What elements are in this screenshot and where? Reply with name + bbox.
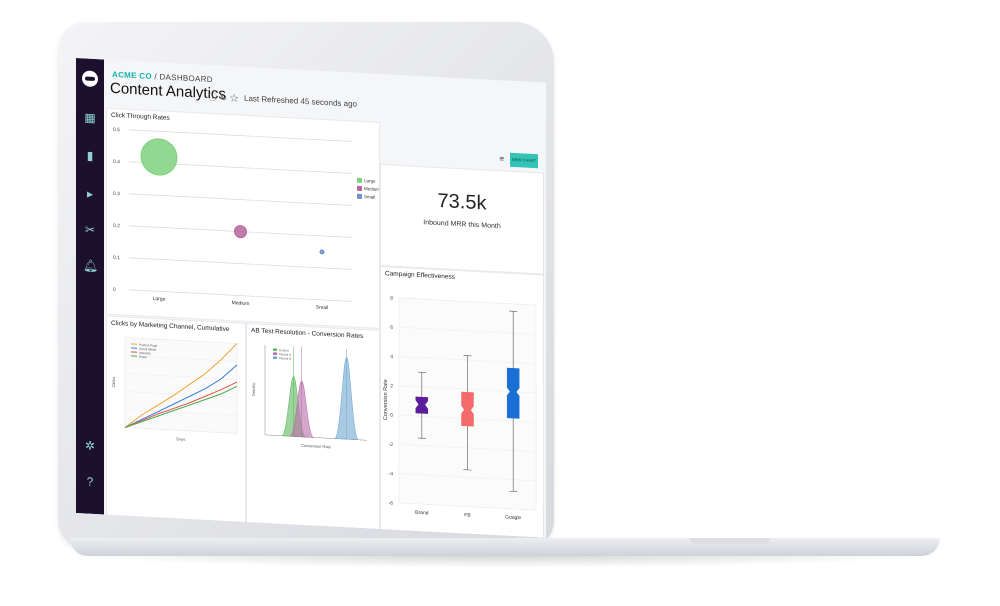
legend-swatch (357, 193, 362, 199)
menu-icon[interactable]: ≡ (499, 154, 504, 163)
y-tick-label: 2 (390, 383, 393, 389)
legend-label: Variant B (279, 356, 291, 361)
clicks-panel: Clicks by Marketing Channel, Cumulative … (106, 315, 246, 525)
x-tick-label: Brand (415, 510, 429, 517)
new-chart-button[interactable]: NEW CHART (510, 152, 538, 169)
y-tick-label: 0.2 (113, 223, 120, 229)
grid-line (129, 257, 352, 270)
legend-label: Large (364, 178, 376, 184)
y-axis-label: Conversion Rate (383, 379, 389, 420)
y-axis-label: Clicks (111, 377, 116, 388)
y-tick-label: 6 (390, 325, 393, 331)
last-refreshed: Last Refreshed 45 seconds ago (244, 93, 357, 109)
star-icon[interactable]: ☆ (230, 93, 239, 103)
bubble-point (234, 225, 247, 239)
kpi-label: Inbound MRR this Month (423, 219, 501, 231)
y-tick-label: 0.5 (113, 127, 120, 133)
y-axis-label: Density (251, 383, 256, 397)
ctr-panel: Click Through Rates 0.5 0.4 0.3 0.2 0.1 0 Larg… (106, 107, 380, 329)
legend-swatch (273, 348, 277, 352)
laptop-base (70, 538, 940, 556)
box (506, 367, 520, 419)
y-tick-label: -4 (389, 471, 394, 477)
y-tick-label: 0 (390, 413, 393, 419)
refresh-icon[interactable]: ↻ (220, 93, 228, 103)
y-tick-label: 0 (113, 287, 116, 293)
y-tick-label: -6 (389, 500, 394, 506)
x-tick-label: Small (316, 305, 329, 312)
laptop-screen: ▦ ▮ ▸ ✂ 🔔︎ ✲ ? ACME CO / DASHBOARD Conte… (0, 0, 1000, 606)
legend-swatch (357, 185, 362, 191)
bubble-point (319, 249, 325, 255)
legend-label: Medium (364, 186, 379, 192)
x-axis-label: Conversion Rate (301, 443, 332, 450)
ctr-chart: 0.5 0.4 0.3 0.2 0.1 0 Large Medium Small Large Med… (113, 127, 380, 312)
laptop-base-notch (690, 538, 770, 544)
sidebar: ▦ ▮ ▸ ✂ 🔔︎ ✲ ? (76, 58, 104, 515)
dashboard-screen: ▦ ▮ ▸ ✂ 🔔︎ ✲ ? ACME CO / DASHBOARD Conte… (76, 58, 546, 538)
y-tick-label: 4 (390, 354, 393, 360)
x-tick-label: Google (505, 514, 521, 521)
bell-icon[interactable]: 🔔︎ (83, 258, 98, 273)
abtest-chart: ControlVariant AVariant BConversion Rate… (251, 344, 367, 450)
x-tick-label: FB (464, 512, 471, 518)
abtest-panel: AB Test Resolution - Conversion Rates Co… (246, 322, 380, 532)
legend-swatch (357, 177, 362, 183)
y-tick-label: 8 (390, 295, 393, 301)
x-tick-label: Medium (232, 300, 250, 307)
legend-label: Email (139, 355, 147, 359)
grid-line (129, 193, 352, 206)
title-actions: ⓘ ↻ ☆ (208, 90, 239, 105)
y-tick-label: -2 (389, 442, 394, 448)
legend-label: Small (364, 194, 375, 200)
play-icon[interactable]: ▸ (83, 186, 97, 201)
campaign-chart: 8 6 4 2 0 -2 -4 -6 Conversion Rate Brand FB Google (383, 295, 537, 521)
scissors-icon[interactable]: ✂ (83, 222, 97, 237)
campaign-panel: Campaign Effectiveness 8 6 4 2 0 -2 -4 -6 Conver… (380, 265, 544, 538)
bookmark-icon[interactable]: ▮ (83, 148, 97, 163)
clicks-chart: Product PageSocial MediaAdwordsEmailDays… (111, 337, 238, 442)
info-icon[interactable]: ⓘ (208, 92, 217, 102)
y-tick-label: 0.4 (113, 159, 120, 165)
help-icon[interactable]: ? (83, 474, 97, 489)
legend-swatch (273, 356, 277, 360)
logo-icon[interactable] (82, 70, 98, 88)
gear-icon[interactable]: ✲ (83, 438, 97, 453)
bubble-point (140, 138, 178, 176)
kpi-panel: 73.5k Inbound MRR this Month (380, 163, 544, 275)
dashboard-icon[interactable]: ▦ (83, 110, 97, 125)
y-tick-label: 0.1 (113, 255, 120, 261)
legend-swatch (273, 352, 277, 356)
y-tick-label: 0.3 (113, 191, 120, 197)
main-content: ACME CO / DASHBOARD Content Analytics ⓘ … (104, 59, 546, 538)
x-tick-label: Large (153, 296, 166, 303)
kpi-value: 73.5k (437, 189, 487, 215)
x-axis-label: Days (176, 436, 185, 441)
